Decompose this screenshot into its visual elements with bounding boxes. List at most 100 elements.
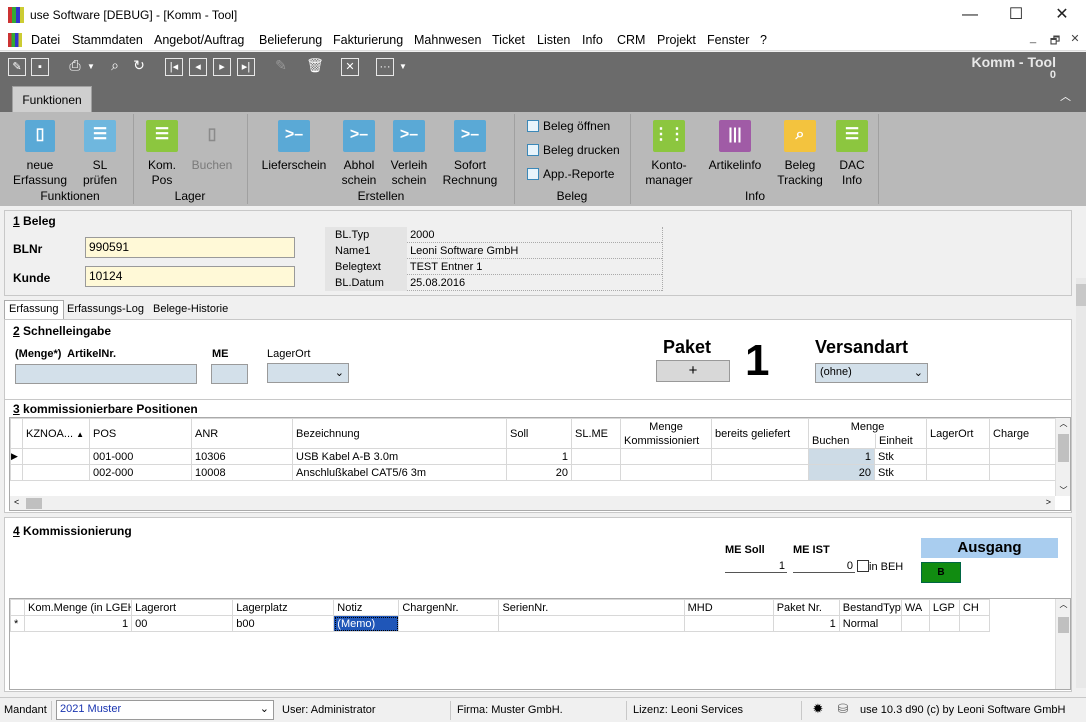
mdi-close-button[interactable]: ✕ (1065, 32, 1085, 48)
kontomanager-button[interactable]: ⋮⋮ Konto- manager (640, 120, 698, 188)
menu-stammdaten[interactable]: Stammdaten (72, 33, 143, 47)
col-seriennr[interactable]: SerienNr. (498, 599, 685, 616)
col-anr[interactable]: ANR (191, 418, 293, 449)
col-soll[interactable]: Soll (506, 418, 572, 449)
menu-datei[interactable]: Datei (31, 33, 60, 47)
tab-funktionen[interactable]: Funktionen (12, 86, 92, 113)
search-icon[interactable]: ⌕ (104, 57, 126, 74)
col-lagerort[interactable]: LagerOrt (926, 418, 991, 449)
scroll-left-icon[interactable]: < (14, 497, 19, 507)
col-mhd[interactable]: MHD (683, 599, 774, 616)
vertical-scrollbar[interactable]: ︿ (1055, 599, 1070, 689)
scroll-thumb[interactable] (1058, 434, 1069, 462)
artikelinfo-button[interactable]: ||| Artikelinfo (704, 120, 766, 173)
beleg-drucken-check[interactable]: Beleg drucken (527, 143, 620, 157)
kunde-field[interactable]: 10124 (85, 266, 295, 287)
col-chargennr[interactable]: ChargenNr. (398, 599, 500, 616)
db-icon[interactable]: ⛁ (833, 701, 853, 720)
col-lagerort[interactable]: Lagerort (131, 599, 234, 616)
close-button[interactable]: ✕ (1039, 0, 1085, 30)
table-row[interactable]: * 1 00 b00 (Memo) 1 Normal (10, 615, 991, 632)
menu-listen[interactable]: Listen (537, 33, 570, 47)
meist-value[interactable]: 0 (793, 560, 855, 573)
scroll-thumb-h[interactable] (26, 498, 42, 509)
refresh-icon[interactable]: ↻ (128, 57, 150, 74)
prev-record-icon[interactable]: ◂ (189, 58, 207, 76)
print-dropdown-icon[interactable]: ▼ (86, 62, 96, 71)
beleg-tracking-button[interactable]: ⌕ Beleg Tracking (774, 120, 826, 188)
delete-icon[interactable]: 🗑 (304, 57, 326, 74)
scroll-thumb[interactable] (1076, 284, 1086, 306)
scroll-right-icon[interactable]: > (1046, 497, 1051, 507)
menu-help[interactable]: ? (760, 33, 767, 47)
pencil-icon[interactable]: ✎ (270, 57, 292, 74)
cell-pos[interactable]: 001-000 (89, 448, 192, 465)
scroll-thumb[interactable] (1058, 617, 1069, 633)
window-vertical-scrollbar[interactable] (1076, 278, 1086, 688)
menu-projekt[interactable]: Projekt (657, 33, 696, 47)
col-bestandtyp[interactable]: BestandTyp (838, 599, 902, 616)
col-paket-nr[interactable]: Paket Nr. (772, 599, 840, 616)
menu-fenster[interactable]: Fenster (707, 33, 749, 47)
collapse-ribbon-icon[interactable]: ︿ (1060, 88, 1071, 104)
next-record-icon[interactable]: ▸ (213, 58, 231, 76)
app-reporte-check[interactable]: App.-Reporte (527, 167, 614, 181)
neue-erfassung-button[interactable]: ▯ neue Erfassung (10, 120, 70, 188)
mdi-minimize-button[interactable]: _ (1023, 32, 1043, 48)
cell-anr[interactable]: 10008 (191, 464, 293, 481)
cell-buchen[interactable]: 1 (808, 448, 875, 465)
minimize-button[interactable]: — (947, 0, 993, 30)
in-beh-checkbox[interactable]: in BEH (857, 560, 903, 573)
cell-lagerplatz[interactable]: b00 (232, 615, 335, 632)
artikel-input[interactable] (15, 364, 197, 384)
abholschein-button[interactable]: >– Abhol schein (335, 120, 383, 188)
edit-icon[interactable]: ✎ (8, 58, 26, 76)
scroll-up-icon[interactable]: ︿ (1056, 599, 1070, 611)
cell-bezeichnung[interactable]: Anschlußkabel CAT5/6 3m (292, 464, 507, 481)
cancel-icon[interactable]: ✕ (341, 58, 359, 76)
col-notiz[interactable]: Notiz (333, 599, 400, 616)
col-kom-menge[interactable]: Kom.Menge (in LGEH) (23, 599, 133, 616)
first-record-icon[interactable]: |◂ (165, 58, 183, 76)
cell-buchen[interactable]: 20 (808, 464, 875, 481)
cell-kom-menge[interactable]: 1 (23, 615, 133, 632)
buchen-button[interactable]: ▯ Buchen (188, 120, 236, 173)
menu-angebot[interactable]: Angebot/Auftrag (154, 33, 244, 47)
horizontal-scrollbar[interactable]: < > (10, 496, 1055, 510)
cell-bezeichnung[interactable]: USB Kabel A-B 3.0m (292, 448, 507, 465)
cell-pos[interactable]: 002-000 (89, 464, 192, 481)
more-icon[interactable]: ··· (376, 58, 394, 76)
save-icon[interactable]: ▪ (31, 58, 49, 76)
table-row[interactable]: ▶ 001-000 10306 USB Kabel A-B 3.0m 1 1 S… (10, 448, 1058, 465)
cell-soll[interactable]: 20 (506, 464, 572, 481)
sun-icon[interactable]: ✹ (808, 701, 828, 720)
lagerort-select[interactable]: ⌄ (267, 363, 349, 383)
menu-fakturierung[interactable]: Fakturierung (333, 33, 403, 47)
versandart-select[interactable]: (ohne) ⌄ (815, 363, 928, 383)
sl-pruefen-button[interactable]: ☰ SL prüfen (72, 120, 128, 188)
me-input[interactable] (211, 364, 248, 384)
col-kznoa[interactable]: KZNOA... ▲ (22, 418, 90, 449)
menu-crm[interactable]: CRM (617, 33, 645, 47)
mesoll-value[interactable]: 1 (725, 560, 787, 573)
col-lgp[interactable]: LGP (928, 599, 960, 616)
col-menge-kommissioniert[interactable]: Menge Kommissioniert (620, 418, 712, 449)
cell-bestandtyp[interactable]: Normal (838, 615, 902, 632)
lieferschein-button[interactable]: >– Lieferschein (258, 120, 330, 173)
table-row[interactable]: 002-000 10008 Anschlußkabel CAT5/6 3m 20… (10, 464, 1058, 481)
dac-info-button[interactable]: ☰ DAC Info (830, 120, 874, 188)
blnr-field[interactable]: 990591 (85, 237, 295, 258)
cell-einheit[interactable]: Stk (873, 464, 928, 481)
col-charge[interactable]: Charge (989, 418, 1058, 449)
verleihschein-button[interactable]: >– Verleih schein (385, 120, 433, 188)
tab-erfassungs-log[interactable]: Erfassungs-Log (67, 303, 144, 315)
col-pos[interactable]: POS (89, 418, 192, 449)
mdi-restore-button[interactable]: 🗗 (1045, 32, 1065, 48)
sofort-rechnung-button[interactable]: >– Sofort Rechnung (438, 120, 502, 188)
vertical-scrollbar[interactable]: ︿ ﹀ (1055, 418, 1070, 496)
col-bezeichnung[interactable]: Bezeichnung (292, 418, 507, 449)
cell-soll[interactable]: 1 (506, 448, 572, 465)
cell-lagerort[interactable]: 00 (131, 615, 234, 632)
mandant-select[interactable]: 2021 Muster ⌄ (56, 700, 274, 720)
cell-notiz[interactable]: (Memo) (333, 615, 400, 632)
